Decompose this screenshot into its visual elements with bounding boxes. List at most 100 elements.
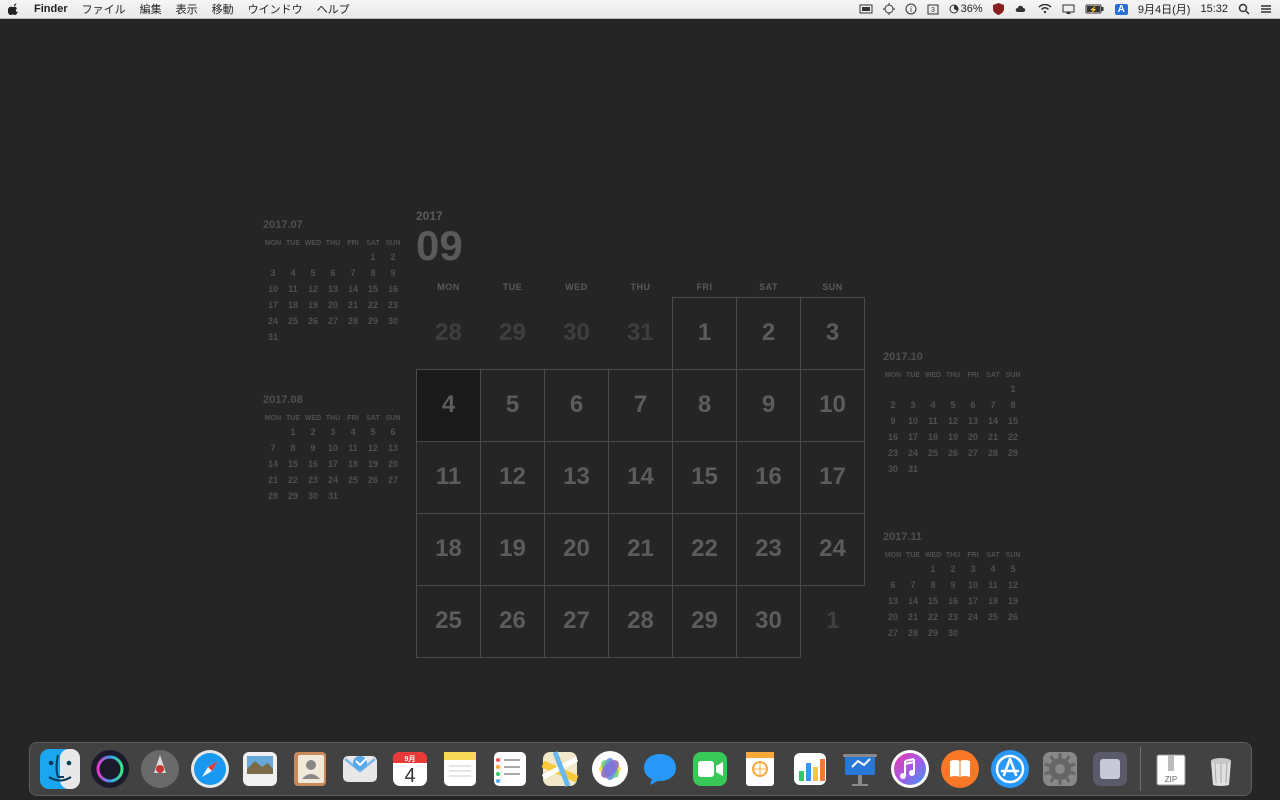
mini-cal-day: 24 xyxy=(263,313,283,329)
dock-app-photos[interactable] xyxy=(588,747,632,791)
dock-app-settings[interactable] xyxy=(1038,747,1082,791)
menu-help[interactable]: ヘルプ xyxy=(317,1,350,17)
dock-app-app22[interactable] xyxy=(1088,747,1132,791)
menu-view[interactable]: 表示 xyxy=(176,1,198,17)
dock-app-launchpad[interactable] xyxy=(138,747,182,791)
status-shield-icon[interactable] xyxy=(993,3,1004,15)
desktop-wallpaper: 2017 09 MONTUEWEDTHUFRISATSUN28293031123… xyxy=(0,19,1280,800)
mini-cal-dow: SUN xyxy=(1003,369,1023,381)
status-icon-3[interactable]: i xyxy=(905,3,917,15)
menu-edit[interactable]: 編集 xyxy=(140,1,162,17)
main-cal-day: 12 xyxy=(481,441,545,513)
menu-window[interactable]: ウインドウ xyxy=(248,1,303,17)
mini-cal-day: 5 xyxy=(363,424,383,440)
mini-cal-day: 7 xyxy=(983,397,1003,413)
mini-cal-day xyxy=(343,329,363,345)
mini-cal-day: 9 xyxy=(943,577,963,593)
mini-cal-day: 16 xyxy=(943,593,963,609)
mini-cal-day xyxy=(283,249,303,265)
menubar-time[interactable]: 15:32 xyxy=(1200,3,1228,15)
dock-app-siri[interactable] xyxy=(88,747,132,791)
dock-app-notes[interactable] xyxy=(438,747,482,791)
mini-cal-day: 25 xyxy=(923,445,943,461)
main-cal-day: 9 xyxy=(737,369,801,441)
mini-cal-day: 14 xyxy=(983,413,1003,429)
mini-cal-day: 2 xyxy=(883,397,903,413)
mini-cal-day xyxy=(1003,625,1023,641)
notification-center-icon[interactable] xyxy=(1260,4,1272,14)
mini-cal-day xyxy=(923,381,943,397)
dock-app-pages[interactable] xyxy=(738,747,782,791)
spotlight-icon[interactable] xyxy=(1238,3,1250,15)
status-wifi-icon[interactable] xyxy=(1038,4,1052,14)
dock-app-ibooks[interactable] xyxy=(938,747,982,791)
main-cal-day: 13 xyxy=(545,441,609,513)
mini-cal-day: 19 xyxy=(363,456,383,472)
dock-app-mail[interactable] xyxy=(338,747,382,791)
mini-cal-day: 5 xyxy=(303,265,323,281)
dock-app-itunes[interactable] xyxy=(888,747,932,791)
mini-cal-day: 13 xyxy=(323,281,343,297)
mini-cal-day xyxy=(963,461,983,477)
mini-cal-dow: THU xyxy=(323,412,343,424)
menu-go[interactable]: 移動 xyxy=(212,1,234,17)
status-cloud-icon[interactable] xyxy=(1014,4,1028,14)
status-airplay-icon[interactable] xyxy=(1062,4,1075,15)
mini-cal-dow: FRI xyxy=(963,369,983,381)
mini-cal-day: 30 xyxy=(943,625,963,641)
dock: 9月4 ZIP xyxy=(29,742,1252,796)
dock-zip[interactable]: ZIP xyxy=(1149,747,1193,791)
status-battery-icon[interactable]: ⚡ xyxy=(1085,4,1105,14)
svg-text:3: 3 xyxy=(931,7,935,14)
mini-cal-day: 9 xyxy=(383,265,403,281)
dock-app-keynote[interactable] xyxy=(838,747,882,791)
dock-app-reminders[interactable] xyxy=(488,747,532,791)
mini-cal-day: 27 xyxy=(883,625,903,641)
mini-cal-dow: MON xyxy=(883,549,903,561)
dock-app-numbers[interactable] xyxy=(788,747,832,791)
mini-cal-title: 2017.10 xyxy=(883,351,1023,363)
mini-cal-day: 29 xyxy=(923,625,943,641)
mini-cal-day: 31 xyxy=(263,329,283,345)
mini-cal-dow: THU xyxy=(943,549,963,561)
input-source-badge[interactable]: A xyxy=(1115,4,1128,15)
menubar-app-name[interactable]: Finder xyxy=(34,3,68,15)
dock-trash[interactable] xyxy=(1199,747,1243,791)
dock-app-finder[interactable] xyxy=(38,747,82,791)
dock-app-facetime[interactable] xyxy=(688,747,732,791)
mini-cal-day: 11 xyxy=(343,440,363,456)
dock-app-contacts[interactable] xyxy=(288,747,332,791)
mini-calendar-jul: 2017.07MONTUEWEDTHUFRISATSUN123456789101… xyxy=(263,219,403,345)
mini-cal-day xyxy=(943,461,963,477)
status-calendar-icon[interactable]: 3 xyxy=(927,3,939,15)
mini-cal-dow: SAT xyxy=(983,549,1003,561)
mini-cal-dow: MON xyxy=(263,412,283,424)
status-icon-1[interactable] xyxy=(859,4,873,14)
mini-cal-day: 24 xyxy=(963,609,983,625)
dock-app-maps[interactable] xyxy=(538,747,582,791)
mini-cal-dow: FRI xyxy=(343,412,363,424)
dock-app-safari[interactable] xyxy=(188,747,232,791)
dock-app-appstore[interactable] xyxy=(988,747,1032,791)
mini-cal-day: 7 xyxy=(263,440,283,456)
mini-cal-day xyxy=(883,381,903,397)
main-cal-day: 29 xyxy=(481,297,545,369)
mini-cal-dow: FRI xyxy=(963,549,983,561)
dock-app-messages[interactable] xyxy=(638,747,682,791)
menu-file[interactable]: ファイル xyxy=(82,1,126,17)
mini-cal-dow: TUE xyxy=(283,412,303,424)
status-battery-percent[interactable]: 36% xyxy=(949,3,983,15)
mini-cal-day: 5 xyxy=(1003,561,1023,577)
main-cal-day: 28 xyxy=(609,585,673,657)
mini-cal-day xyxy=(943,381,963,397)
main-cal-day: 30 xyxy=(545,297,609,369)
dock-app-preview[interactable] xyxy=(238,747,282,791)
menubar-date[interactable]: 9月4日(月) xyxy=(1138,1,1191,17)
dock-app-calendar[interactable]: 9月4 xyxy=(388,747,432,791)
mini-cal-day: 15 xyxy=(363,281,383,297)
apple-menu[interactable] xyxy=(8,3,20,15)
mini-cal-day: 1 xyxy=(283,424,303,440)
mini-cal-day: 30 xyxy=(883,461,903,477)
mini-cal-dow: FRI xyxy=(343,237,363,249)
status-icon-2[interactable] xyxy=(883,3,895,15)
